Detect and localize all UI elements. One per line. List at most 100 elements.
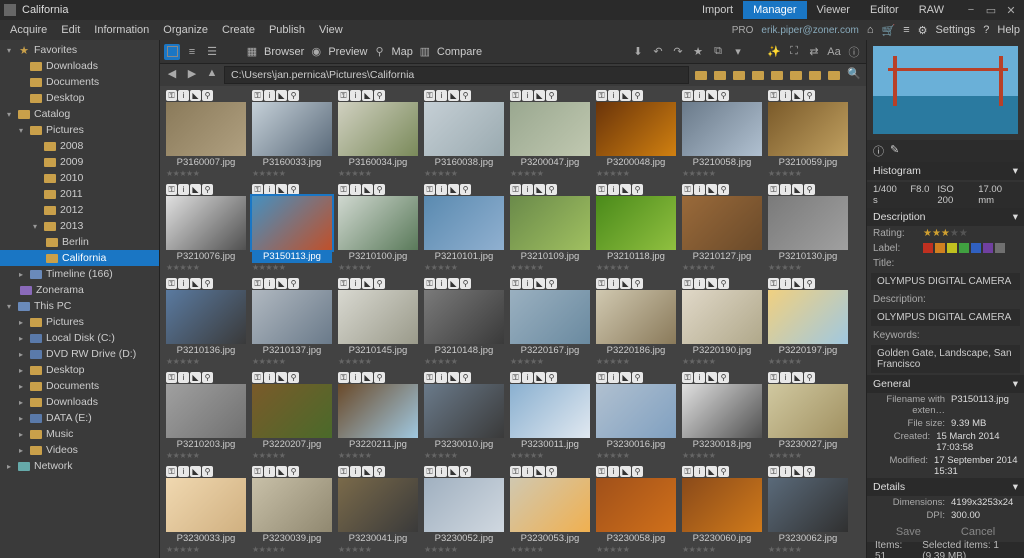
tree-thispc[interactable]: ▾This PC (0, 298, 159, 314)
folder-shortcut-icon[interactable] (769, 67, 785, 83)
thumbnail[interactable]: ⚿ i ◣ ⚲ P3220190.jpg ★★★★★ (682, 278, 762, 366)
minimize-icon[interactable]: − (962, 4, 980, 17)
tab-viewer[interactable]: Viewer (807, 1, 860, 19)
thumbnail[interactable]: ⚿ i ◣ ⚲ P3210076.jpg ★★★★★ (166, 184, 246, 272)
tree-california[interactable]: California (0, 250, 159, 266)
thumbnail[interactable]: ⚿ i ◣ ⚲ P3220211.jpg ★★★★★ (338, 372, 418, 460)
color-label[interactable] (923, 243, 933, 253)
tree-pc-item[interactable]: ▸Music (0, 426, 159, 442)
thumbnail[interactable]: ⚿ i ◣ ⚲ P3160033.jpg ★★★★★ (252, 90, 332, 178)
thumbnail[interactable]: ⚿ i ◣ ⚲ P3160038.jpg ★★★★★ (424, 90, 504, 178)
menu-publish[interactable]: Publish (263, 22, 311, 38)
tree-pc-item[interactable]: ▸Videos (0, 442, 159, 458)
thumbnail[interactable]: ⚿ i ◣ ⚲ P3230011.jpg ★★★★★ (510, 372, 590, 460)
subtab-preview[interactable]: ◉ (308, 44, 324, 60)
rotate-left-icon[interactable]: ↶ (650, 44, 666, 60)
folder-shortcut-icon[interactable] (731, 67, 747, 83)
thumbnail[interactable]: ⚿ i ◣ ⚲ P3230039.jpg ★★★★★ (252, 466, 332, 554)
info-icon[interactable]: ⓘ (846, 44, 862, 60)
nav-up-icon[interactable]: ▲ (204, 67, 220, 83)
thumbnail[interactable]: ⚿ i ◣ ⚲ P3210127.jpg ★★★★★ (682, 184, 762, 272)
folder-shortcut-icon[interactable] (693, 67, 709, 83)
thumbnail[interactable]: ⚿ i ◣ ⚲ P3210058.jpg ★★★★★ (682, 90, 762, 178)
edit-info-icon[interactable]: ✎ (890, 143, 899, 159)
thumbnail[interactable]: ⚿ i ◣ ⚲ P3230033.jpg ★★★★★ (166, 466, 246, 554)
title-field[interactable]: OLYMPUS DIGITAL CAMERA (871, 273, 1020, 290)
rss-icon[interactable]: ≡ (903, 24, 909, 36)
tree-year[interactable]: 2012 (0, 202, 159, 218)
thumbnail[interactable]: ⚿ i ◣ ⚲ P3230052.jpg ★★★★★ (424, 466, 504, 554)
settings-label[interactable]: Settings (936, 24, 976, 36)
thumbnail[interactable]: ⚿ i ◣ ⚲ P3210130.jpg ★★★★★ (768, 184, 848, 272)
subtab-browser[interactable]: ▦ (244, 44, 260, 60)
thumbnail[interactable]: ⚿ i ◣ ⚲ P3220207.jpg ★★★★★ (252, 372, 332, 460)
batch-icon[interactable]: ⧉ (710, 44, 726, 60)
account-email[interactable]: erik.piper@zoner.com (761, 25, 858, 36)
tree-pc-item[interactable]: ▸DATA (E:) (0, 410, 159, 426)
quick-fix-icon[interactable]: ✨ (766, 44, 782, 60)
tree-catalog[interactable]: ▾Catalog (0, 106, 159, 122)
path-input[interactable] (224, 66, 689, 84)
thumbnail[interactable]: ⚿ i ◣ ⚲ P3230027.jpg ★★★★★ (768, 372, 848, 460)
thumbnails-view-icon[interactable] (164, 44, 180, 60)
desc-field[interactable]: OLYMPUS DIGITAL CAMERA (871, 309, 1020, 326)
menu-acquire[interactable]: Acquire (4, 22, 53, 38)
thumbnail[interactable]: ⚿ i ◣ ⚲ P3160034.jpg ★★★★★ (338, 90, 418, 178)
subtab-preview-label[interactable]: Preview (328, 46, 367, 58)
thumbnail[interactable]: ⚿ i ◣ ⚲ P3210137.jpg ★★★★★ (252, 278, 332, 366)
resize-icon[interactable]: ⛶ (786, 44, 802, 60)
tab-manager[interactable]: Manager (743, 1, 806, 19)
thumbnail[interactable]: ⚿ i ◣ ⚲ P3230060.jpg ★★★★★ (682, 466, 762, 554)
tab-raw[interactable]: RAW (909, 1, 954, 19)
tree-year[interactable]: 2008 (0, 138, 159, 154)
color-label[interactable] (983, 243, 993, 253)
thumbnail[interactable]: ⚿ i ◣ ⚲ P3210059.jpg ★★★★★ (768, 90, 848, 178)
cancel-button[interactable]: Cancel (961, 526, 995, 538)
tab-editor[interactable]: Editor (860, 1, 909, 19)
thumbnail[interactable]: ⚿ i ◣ ⚲ P3210100.jpg ★★★★★ (338, 184, 418, 272)
thumbnail[interactable]: ⚿ i ◣ ⚲ P3200048.jpg ★★★★★ (596, 90, 676, 178)
tree-pictures[interactable]: ▾Pictures (0, 122, 159, 138)
subtab-compare-label[interactable]: Compare (437, 46, 482, 58)
nav-back-icon[interactable]: ◀ (164, 67, 180, 83)
thumbnail[interactable]: ⚿ i ◣ ⚲ P3230062.jpg ★★★★★ (768, 466, 848, 554)
info-icon[interactable]: ⓘ (873, 143, 884, 159)
gear-icon[interactable]: ⚙ (918, 24, 928, 37)
color-label[interactable] (995, 243, 1005, 253)
thumbnail[interactable]: ⚿ i ◣ ⚲ P3220186.jpg ★★★★★ (596, 278, 676, 366)
import-icon[interactable]: ⬇ (630, 44, 646, 60)
folder-shortcut-icon[interactable] (712, 67, 728, 83)
close-icon[interactable]: ✕ (1002, 4, 1020, 17)
thumbnail[interactable]: ⚿ i ◣ ⚲ P3210203.jpg ★★★★★ (166, 372, 246, 460)
color-label[interactable] (947, 243, 957, 253)
color-label[interactable] (935, 243, 945, 253)
thumbnail[interactable]: ⚿ i ◣ ⚲ P3160007.jpg ★★★★★ (166, 90, 246, 178)
color-label[interactable] (971, 243, 981, 253)
details-view-icon[interactable]: ☰ (204, 44, 220, 60)
tree-network[interactable]: ▸Network (0, 458, 159, 474)
tree-fav-item[interactable]: Documents (0, 74, 159, 90)
tree-pc-item[interactable]: ▸Local Disk (C:) (0, 330, 159, 346)
tree-timeline[interactable]: ▸Timeline (166) (0, 266, 159, 282)
histogram-header[interactable]: Histogram▾ (867, 162, 1024, 180)
thumbnail[interactable]: ⚿ i ◣ ⚲ P3210101.jpg ★★★★★ (424, 184, 504, 272)
subtab-map-label[interactable]: Map (391, 46, 412, 58)
cart-icon[interactable]: 🛒 (882, 24, 896, 37)
subtab-compare[interactable]: ▥ (417, 44, 433, 60)
subtab-map[interactable]: ⚲ (371, 44, 387, 60)
rating-stars[interactable]: ★★★★★ (923, 228, 1018, 239)
thumbnail[interactable]: ⚿ i ◣ ⚲ P3210118.jpg ★★★★★ (596, 184, 676, 272)
nav-forward-icon[interactable]: ▶ (184, 67, 200, 83)
thumbnail[interactable]: ⚿ i ◣ ⚲ P3230058.jpg ★★★★★ (596, 466, 676, 554)
thumbnail[interactable]: ⚿ i ◣ ⚲ P3230041.jpg ★★★★★ (338, 466, 418, 554)
tree-year[interactable]: ▾2013 (0, 218, 159, 234)
folder-shortcut-icon[interactable] (807, 67, 823, 83)
keywords-field[interactable]: Golden Gate, Landscape, San Francisco (871, 345, 1020, 373)
rotate-right-icon[interactable]: ↷ (670, 44, 686, 60)
help-icon[interactable]: ? (983, 24, 989, 36)
tree-year[interactable]: 2009 (0, 154, 159, 170)
thumbnail[interactable]: ⚿ i ◣ ⚲ P3230010.jpg ★★★★★ (424, 372, 504, 460)
help-label[interactable]: Help (997, 24, 1020, 36)
general-header[interactable]: General▾ (867, 375, 1024, 393)
thumbnail[interactable]: ⚿ i ◣ ⚲ P3230053.jpg ★★★★★ (510, 466, 590, 554)
